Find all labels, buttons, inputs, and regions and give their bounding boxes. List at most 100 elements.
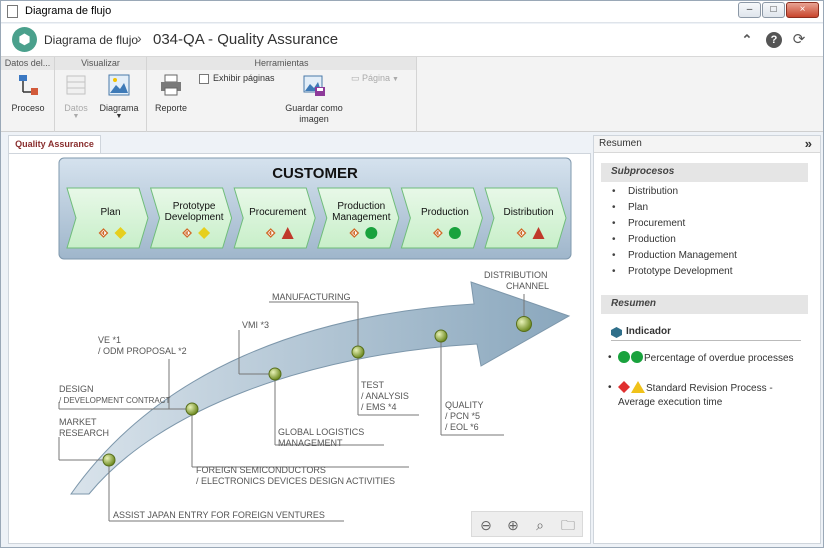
step-label: Prototype (173, 201, 216, 212)
step-label: Management (332, 212, 391, 223)
maximize-button[interactable]: □ (762, 2, 785, 18)
ribbon-toolbar: Datos del... Proceso Visualizar Datos ▼ … (1, 56, 823, 132)
ribbon-group-datos: Datos del... Proceso (1, 57, 55, 132)
exhibir-paginas-label: Exhibir páginas (213, 73, 275, 83)
process-step[interactable]: Plan (66, 187, 149, 249)
datos-button[interactable]: Datos ▼ (59, 73, 93, 120)
flow-diagram: CUSTOMER Plan PrototypeDevelopment Procure… (58, 157, 572, 522)
divider (611, 340, 801, 341)
test-label-3: / EMS *4 (361, 402, 397, 412)
process-icon (19, 75, 38, 95)
distribution-channel-label-2: CHANNEL (506, 281, 549, 291)
step-label: Production (421, 207, 469, 218)
list-item[interactable]: Prototype Development (608, 264, 737, 280)
step-label: Distribution (503, 207, 553, 218)
diagrama-button[interactable]: Diagrama ▼ (97, 73, 141, 120)
dropdown-arrow-icon: ▼ (72, 113, 80, 120)
app-window: Diagrama de flujo – □ × ⬢ Diagrama de fl… (0, 0, 824, 548)
manufacturing-label: MANUFACTURING (272, 292, 351, 302)
folder-search-icon[interactable]: 🗀 (558, 516, 578, 534)
process-step[interactable]: Distribution (484, 187, 567, 249)
guardar-label: Guardar como imagen (285, 103, 343, 124)
zoom-out-icon[interactable]: ⊖ (476, 516, 496, 534)
step-label: Procurement (249, 207, 306, 218)
breadcrumb-chevron-icon: › (137, 30, 142, 46)
design-label-2: / DEVELOPMENT CONTRACT (59, 396, 171, 405)
zoom-in-icon[interactable]: ⊕ (503, 516, 523, 534)
process-step[interactable]: Production (400, 187, 483, 249)
step-label: Development (165, 212, 224, 223)
quality-label-2: / PCN *5 (445, 411, 480, 421)
step-chevron (233, 187, 316, 249)
group-title: Visualizar (55, 57, 146, 70)
diagram-canvas[interactable]: CUSTOMER Plan Prototype Development Procure… (8, 153, 591, 544)
pagina-dropdown[interactable]: ▭ Página ▼ (351, 73, 413, 84)
step-label: Production (337, 201, 385, 212)
summary-panel: Resumen » Subprocesos Distribution Plan … (593, 135, 821, 544)
pagina-label: Página (362, 73, 391, 83)
indicator-item[interactable]: Standard Revision Process - Average exec… (608, 381, 798, 410)
close-button[interactable]: × (786, 2, 819, 18)
step-chevron (484, 187, 567, 249)
guardar-imagen-button[interactable]: Guardar como imagen (281, 73, 347, 125)
printer-icon (161, 74, 181, 96)
indicator-icon (611, 327, 622, 338)
page-title: 034-QA - Quality Assurance (153, 31, 339, 48)
list-item[interactable]: Production Management (608, 248, 737, 264)
proceso-button[interactable]: Proceso (7, 73, 49, 114)
vmi-label: VMI *3 (242, 320, 269, 330)
help-icon[interactable]: ? (766, 32, 782, 48)
process-step[interactable]: Procurement (233, 187, 316, 249)
step-chevron (400, 187, 483, 249)
document-icon (7, 5, 18, 18)
zoom-toolbar: ⊖ ⊕ ⌕ 🗀 (471, 511, 583, 537)
collapse-panel-icon[interactable]: » (805, 136, 812, 152)
subprocesses-list: Distribution Plan Procurement Production… (608, 184, 737, 280)
market-label-1: MARKET (59, 417, 97, 427)
page-icon: ▭ (351, 73, 363, 83)
refresh-icon[interactable]: ⟳ (791, 32, 807, 48)
dropdown-arrow-icon: ▼ (390, 76, 399, 83)
ribbon-group-herramientas: Herramientas Reporte Exhibir páginas Gua… (147, 57, 417, 132)
reporte-button[interactable]: Reporte (151, 73, 191, 114)
list-item[interactable]: Distribution (608, 184, 737, 200)
test-label-1: TEST (361, 380, 385, 390)
indicator-item[interactable]: Percentage of overdue processes (608, 351, 798, 366)
list-item[interactable]: Plan (608, 200, 737, 216)
zoom-fit-icon[interactable]: ⌕ (530, 516, 550, 534)
summary-header: Resumen (601, 295, 808, 314)
process-step[interactable]: PrototypeDevelopment (149, 187, 233, 249)
assist-label: ASSIST JAPAN ENTRY FOR FOREIGN VENTURES (113, 510, 325, 520)
list-item[interactable]: Procurement (608, 216, 737, 232)
app-name[interactable]: Diagrama de flujo (44, 33, 138, 47)
customer-title: CUSTOMER (272, 165, 358, 182)
milestone-marker (268, 367, 282, 381)
step-label: Plan (100, 207, 120, 218)
minimize-button[interactable]: – (738, 2, 761, 18)
panel-title: Resumen (599, 138, 642, 149)
foreign-label-1: FOREIGN SEMICONDUCTORS (196, 465, 326, 475)
ribbon-group-visualizar: Visualizar Datos ▼ Diagrama ▼ (55, 57, 147, 132)
list-item[interactable]: Production (608, 232, 737, 248)
title-bar: Diagrama de flujo – □ × (1, 1, 823, 23)
quality-label-1: QUALITY (445, 400, 484, 410)
collapse-up-icon[interactable]: ⌃ (739, 32, 755, 48)
growth-arrow (70, 281, 571, 495)
tab-quality-assurance[interactable]: Quality Assurance (8, 135, 101, 153)
reporte-label: Reporte (154, 103, 188, 113)
indicator-title: Indicador (626, 326, 672, 337)
dropdown-arrow-icon: ▼ (115, 113, 123, 120)
group-title: Datos del... (1, 57, 54, 70)
status-green-icon (631, 351, 643, 363)
milestone-marker (102, 453, 116, 467)
logistics-label-1: GLOBAL LOGISTICS (278, 427, 364, 437)
exhibir-paginas-checkbox[interactable] (199, 74, 209, 84)
data-icon (66, 75, 86, 95)
quality-label-3: / EOL *6 (445, 422, 479, 432)
indicator-label: Percentage of overdue processes (644, 353, 794, 364)
milestone-marker (516, 316, 532, 332)
process-step[interactable]: ProductionManagement (317, 187, 400, 249)
group-title: Herramientas (147, 57, 416, 70)
foreign-label-2: / ELECTRONICS DEVICES DESIGN ACTIVITIES (196, 476, 395, 486)
app-header: ⬢ Diagrama de flujo › 034-QA - Quality A… (1, 24, 823, 56)
